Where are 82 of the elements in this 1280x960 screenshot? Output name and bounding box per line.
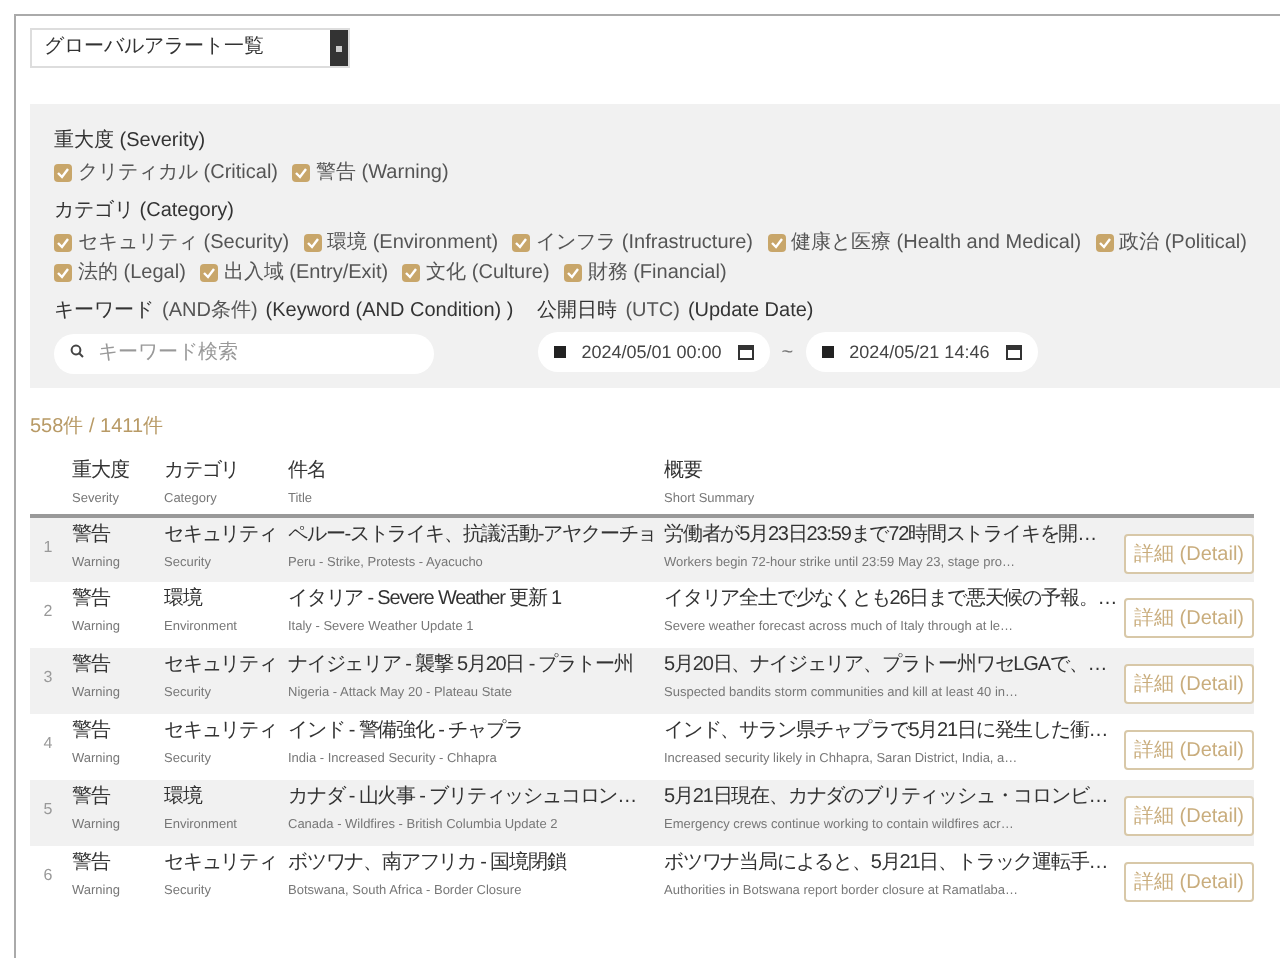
checkbox[interactable] <box>303 233 322 251</box>
checkbox-label: 財務 (Financial) <box>587 259 727 286</box>
checkbox-label: セキュリティ (Security) <box>78 230 290 256</box>
checkbox-label: 文化 (Culture) <box>426 259 550 286</box>
calendar-icon[interactable] <box>737 344 754 360</box>
range-separator: ~ <box>781 341 794 363</box>
filter-group-label: 重大度 (Severity) <box>54 127 208 154</box>
keyword-note: (AND条件) <box>162 298 258 324</box>
table-cell-text: インド、サラン県チャプラで5月21日に発生した衝… <box>664 720 1110 744</box>
table-cell-text: インド - 警備強化 - チャプラ <box>288 720 526 744</box>
row-number: 6 <box>30 846 66 912</box>
square-icon <box>821 346 834 358</box>
table-cell-text: 警告 <box>72 524 113 548</box>
checkbox-label: インフラ (Infrastructure) <box>536 230 753 256</box>
column-header: 重大度 <box>72 460 131 484</box>
checkbox[interactable] <box>402 263 421 281</box>
table-cell-text: 警告 <box>72 720 113 744</box>
dropdown-icon <box>336 45 342 51</box>
filter-group-label: カテゴリ (Category) <box>54 198 237 224</box>
keyword-label: キーワード <box>54 298 154 324</box>
detail-button[interactable]: 詳細 (Detail) <box>1124 598 1255 638</box>
date-label-en: (Update Date) <box>687 300 814 322</box>
table-cell: ペルー-ストライキ、抗議活動-アヤクーチョ <box>288 524 652 548</box>
column-header: 概要 <box>664 460 704 484</box>
table-cell-text: ナイジェリア - 襲撃 5月20日 - プラトー州 <box>288 654 635 678</box>
checkbox-label: 環境 (Environment) <box>327 229 499 256</box>
date-from-field[interactable]: 2024/05/01 00:00 <box>537 332 770 372</box>
table-cell-text: ボツワナ当局によると、5月21日、トラック運転手… <box>664 852 1110 876</box>
table-cell-text: 環境 <box>164 588 205 612</box>
row-number: 2 <box>30 582 66 648</box>
checkbox[interactable] <box>54 233 72 251</box>
table-cell-text: 警告 <box>72 786 113 810</box>
table-cell-text: 警告 <box>72 852 113 876</box>
checkbox[interactable] <box>563 263 582 281</box>
detail-button[interactable]: 詳細 (Detail) <box>1124 664 1255 704</box>
checkbox-label: 警告 (Warning) <box>316 159 449 186</box>
search-icon <box>70 344 84 358</box>
table-cell-text: 警告 <box>72 654 113 678</box>
keyword-label-en: (Keyword (AND Condition) ) <box>265 300 514 322</box>
table-cell-text: イタリア - Severe Weather 更新 1 <box>288 588 563 612</box>
table-cell: セキュリティ <box>164 852 276 876</box>
table-cell-text: 環境 <box>164 786 205 810</box>
checkbox[interactable] <box>54 163 72 181</box>
keyword-search-field[interactable]: キーワード検索 <box>54 333 434 373</box>
checkbox[interactable] <box>512 233 531 251</box>
date-label: 公開日時 <box>537 297 618 324</box>
table-cell-text: 警告 <box>72 588 113 612</box>
row-number: 4 <box>30 714 66 780</box>
detail-button[interactable]: 詳細 (Detail) <box>1124 730 1255 770</box>
date-to-field[interactable]: 2024/05/21 14:46 <box>805 332 1038 372</box>
table-cell-text: 5月20日、ナイジェリア、プラトー州ワセLGAで、… <box>664 654 1109 678</box>
table-cell-text: ボツワナ、南アフリカ - 国境閉鎖 <box>288 852 569 876</box>
result-count: 558件 / 1411件 <box>30 414 166 440</box>
table-cell-text: 労働者が5月23日23:59まで72時間ストライキを開… <box>664 524 1099 548</box>
row-number: 1 <box>30 516 66 582</box>
column-header: カテゴリ <box>164 460 242 484</box>
row-number: 3 <box>30 648 66 714</box>
date-note: (UTC) <box>625 300 680 322</box>
checkbox[interactable] <box>1095 233 1114 251</box>
checkbox-label: 健康と医療 (Health and Medical) <box>791 229 1082 256</box>
table-cell-text: カナダ - 山火事 - ブリティッシュコロン… <box>288 786 638 810</box>
checkbox[interactable] <box>199 263 218 281</box>
table-cell: セキュリティ <box>164 524 276 548</box>
calendar-icon[interactable] <box>1005 344 1022 360</box>
checkbox-label: クリティカル (Critical) <box>78 160 278 186</box>
checkbox-label: 出入域 (Entry/Exit) <box>223 259 389 286</box>
table-cell: イタリア全土で少なくとも26日まで悪天候の予報。… <box>664 588 1112 612</box>
row-number: 5 <box>30 780 66 846</box>
detail-button[interactable]: 詳細 (Detail) <box>1124 534 1255 574</box>
table-cell: セキュリティ <box>164 654 276 678</box>
square-icon <box>553 346 566 358</box>
table-cell-text: 5月21日現在、カナダのブリティッシュ・コロンビ… <box>664 786 1110 810</box>
checkbox[interactable] <box>292 163 310 181</box>
checkbox[interactable] <box>54 263 72 281</box>
table-cell: セキュリティ <box>164 720 276 744</box>
checkbox[interactable] <box>767 233 785 251</box>
checkbox-label: 政治 (Political) <box>1119 230 1247 256</box>
detail-button[interactable]: 詳細 (Detail) <box>1124 796 1255 836</box>
checkbox-label: 法的 (Legal) <box>78 259 186 286</box>
column-header: 件名 <box>288 460 328 484</box>
detail-button[interactable]: 詳細 (Detail) <box>1124 862 1255 902</box>
view-select[interactable]: グローバルアラート一覧 <box>30 28 350 68</box>
